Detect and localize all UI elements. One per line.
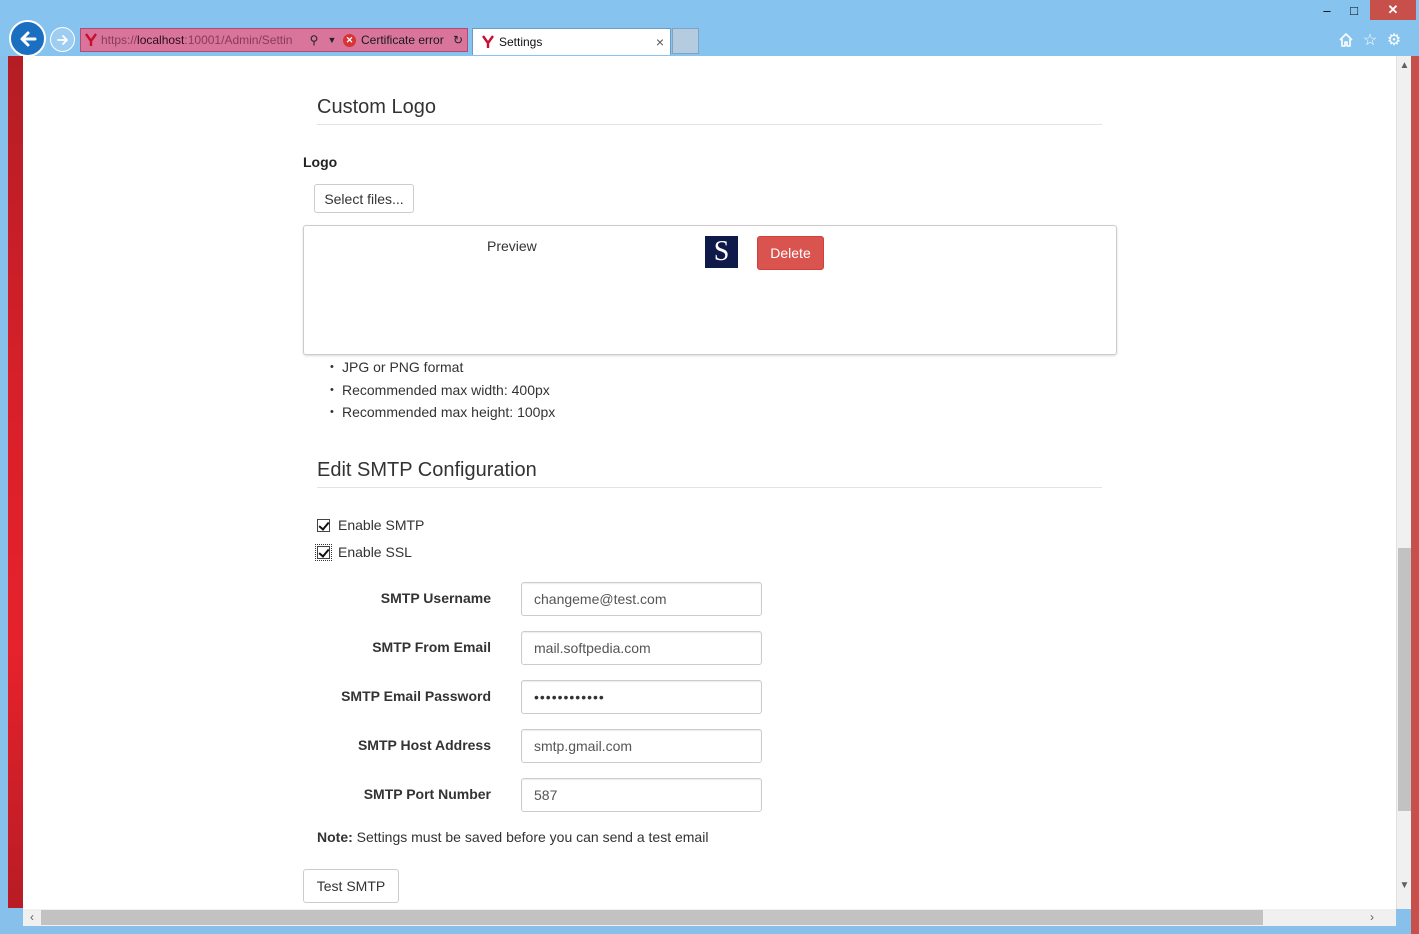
maximize-button[interactable]: □ — [1340, 0, 1368, 20]
address-url[interactable]: https://localhost:10001/Admin/Settin — [101, 33, 303, 47]
enable-smtp-option[interactable]: Enable SMTP — [317, 517, 424, 533]
tab-settings[interactable]: Settings × — [472, 28, 671, 55]
page-content: Custom Logo Logo Select files... Preview… — [23, 56, 1396, 909]
custom-logo-heading: Custom Logo — [317, 96, 436, 118]
logo-preview-image: S — [705, 236, 738, 268]
list-item: Recommended max width: 400px — [330, 379, 555, 402]
tab-title: Settings — [499, 35, 543, 49]
enable-smtp-label: Enable SMTP — [338, 517, 425, 533]
smtp-from-email-input[interactable] — [521, 631, 762, 665]
smtp-config-heading: Edit SMTP Configuration — [317, 459, 537, 481]
smtp-password-input[interactable] — [521, 680, 762, 714]
refresh-icon[interactable]: ↻ — [449, 33, 467, 47]
smtp-port-input[interactable] — [521, 778, 762, 812]
page-background-stripe — [8, 56, 23, 908]
certificate-error-icon[interactable]: ✕ — [343, 33, 356, 47]
delete-logo-button[interactable]: Delete — [757, 236, 824, 270]
close-window-button[interactable]: ✕ — [1370, 0, 1416, 20]
back-arrow-icon — [20, 31, 36, 46]
smtp-password-label: SMTP Email Password — [341, 688, 491, 704]
vertical-scroll-thumb[interactable] — [1398, 548, 1411, 811]
address-bar[interactable]: https://localhost:10001/Admin/Settin ⚲ ▼… — [80, 28, 468, 52]
settings-gear-icon[interactable]: ⚙ — [1384, 30, 1404, 50]
dropdown-arrow-icon[interactable]: ▼ — [325, 35, 339, 45]
smtp-port-label: SMTP Port Number — [363, 786, 491, 802]
forward-button[interactable] — [50, 27, 75, 52]
scroll-left-arrow-icon[interactable]: ‹ — [23, 909, 41, 926]
smtp-username-input[interactable] — [521, 582, 762, 616]
site-favicon — [81, 29, 101, 51]
section-divider — [317, 487, 1102, 488]
logo-preview-panel: Preview S Delete — [303, 225, 1117, 355]
site-favicon — [477, 31, 499, 53]
note-prefix: Note: — [317, 829, 353, 845]
back-button[interactable] — [9, 20, 46, 57]
search-icon[interactable]: ⚲ — [303, 33, 325, 47]
window-border — [1411, 56, 1419, 934]
logo-label: Logo — [303, 154, 338, 170]
preview-label: Preview — [487, 238, 537, 254]
scroll-down-arrow-icon[interactable]: ▼ — [1397, 878, 1412, 894]
horizontal-scrollbar[interactable]: ‹ › — [23, 909, 1396, 926]
enable-ssl-checkbox[interactable] — [315, 543, 332, 561]
window-bottom-edge — [0, 926, 1411, 934]
minimize-button[interactable]: ‒ — [1312, 0, 1342, 20]
select-files-button[interactable]: Select files... — [314, 184, 414, 213]
forward-arrow-icon — [56, 34, 68, 45]
test-smtp-button[interactable]: Test SMTP — [303, 869, 399, 903]
close-tab-icon[interactable]: × — [650, 34, 670, 50]
home-icon[interactable] — [1336, 30, 1356, 50]
vertical-scrollbar[interactable]: ▲ ▼ — [1396, 56, 1411, 909]
enable-ssl-label: Enable SSL — [338, 544, 412, 560]
smtp-note: Note: Settings must be saved before you … — [317, 829, 708, 845]
smtp-username-label: SMTP Username — [380, 590, 491, 606]
note-text: Settings must be saved before you can se… — [352, 829, 709, 845]
list-item: JPG or PNG format — [330, 356, 555, 379]
enable-smtp-checkbox[interactable] — [317, 518, 330, 532]
scroll-right-arrow-icon[interactable]: › — [1363, 909, 1381, 926]
section-divider — [317, 124, 1102, 125]
smtp-host-input[interactable] — [521, 729, 762, 763]
smtp-from-email-label: SMTP From Email — [372, 639, 491, 655]
scroll-up-arrow-icon[interactable]: ▲ — [1397, 58, 1412, 74]
certificate-error-label[interactable]: Certificate error — [361, 33, 449, 47]
logo-requirements-list: JPG or PNG format Recommended max width:… — [330, 356, 555, 424]
favorites-star-icon[interactable]: ☆ — [1360, 30, 1380, 50]
horizontal-scroll-thumb[interactable] — [41, 910, 1263, 925]
smtp-host-label: SMTP Host Address — [357, 737, 491, 753]
new-tab-button[interactable] — [672, 28, 699, 54]
enable-ssl-option[interactable]: Enable SSL — [315, 543, 412, 561]
list-item: Recommended max height: 100px — [330, 401, 555, 424]
